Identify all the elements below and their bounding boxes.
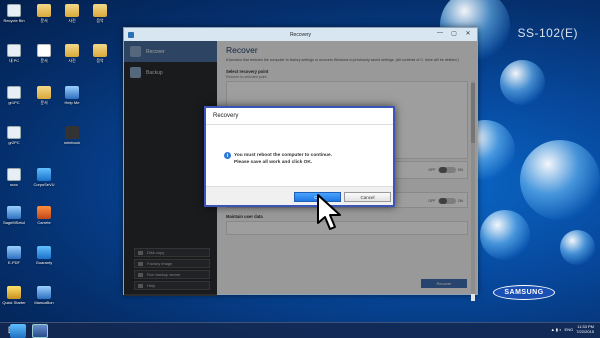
manual-icon bbox=[37, 286, 51, 299]
wallpaper-bubble bbox=[480, 210, 530, 260]
desktop-icon-folder[interactable]: 사진 bbox=[58, 44, 86, 64]
laptop-icon bbox=[7, 246, 21, 259]
reboot-confirm-dialog: Recovery i You must reboot the computer … bbox=[204, 106, 395, 207]
desktop-icon-pc[interactable]: sccc bbox=[0, 168, 28, 187]
folder-icon bbox=[37, 86, 51, 99]
desktop-icon-folder[interactable]: 사진 bbox=[58, 4, 86, 24]
window-title: Recovery bbox=[289, 31, 312, 38]
cancel-button[interactable]: Cancel bbox=[344, 192, 391, 202]
desktop-icon-app[interactable]: Carrete bbox=[30, 206, 58, 225]
wallpaper-bubble bbox=[560, 230, 595, 265]
close-button[interactable]: ✕ bbox=[463, 30, 473, 37]
desktop-icon-pc[interactable]: gr2PC bbox=[0, 126, 28, 145]
window-controls: — ▢ ✕ bbox=[435, 30, 473, 37]
dialog-message: You must reboot the computer to continue… bbox=[234, 152, 332, 166]
folder-icon bbox=[37, 4, 51, 17]
app-icon bbox=[37, 206, 51, 219]
desktop-icon-network[interactable]: CorpsSeVU bbox=[30, 168, 58, 187]
minimize-button[interactable]: — bbox=[435, 30, 445, 37]
desktop-icon-help[interactable]: Help Me bbox=[58, 86, 86, 105]
taskbar: ⊞ ▲ ▮ ◗ ENG 11:33 PM 7/22/2015 bbox=[0, 322, 600, 338]
desktop-icon-document[interactable]: 문서 bbox=[30, 44, 58, 64]
recovery-taskbar-icon[interactable] bbox=[32, 324, 48, 338]
computer-icon bbox=[7, 86, 21, 99]
recycle-bin-icon bbox=[7, 4, 21, 17]
app-icon bbox=[7, 206, 21, 219]
notebook-icon bbox=[65, 126, 79, 139]
window-titlebar[interactable]: Recovery — ▢ ✕ bbox=[124, 28, 477, 41]
desktop-icon-pc[interactable]: 내 PC bbox=[0, 44, 28, 64]
samsung-logo: SAMSUNG bbox=[493, 285, 555, 300]
language-indicator[interactable]: ENG bbox=[565, 327, 574, 332]
desktop-icon-folder[interactable]: 문서 bbox=[30, 4, 58, 24]
desktop-icon-folder[interactable]: 문서 bbox=[30, 86, 58, 106]
desktop-icon-area: Recycle Bin 문서 사진 음악 내 PC 문서 사진 음악 gr1PC… bbox=[0, 0, 115, 322]
folder-icon bbox=[65, 44, 79, 57]
dialog-message-line2: Please save all work and click OK. bbox=[234, 160, 313, 165]
desktop-icon-app[interactable]: Guaranty bbox=[30, 246, 58, 265]
desktop-icon-recycle-bin[interactable]: Recycle Bin bbox=[0, 4, 28, 23]
help-icon bbox=[65, 86, 79, 99]
mouse-pointer-icon bbox=[317, 194, 341, 230]
desktop-icon-notebook[interactable]: notebook bbox=[58, 126, 86, 145]
desktop-icon-folder[interactable]: 음악 bbox=[86, 44, 114, 64]
wallpaper-bubble bbox=[520, 140, 600, 220]
dialog-title: Recovery bbox=[206, 108, 393, 125]
dialog-message-line1: You must reboot the computer to continue… bbox=[234, 153, 332, 158]
quick-starter-icon bbox=[7, 286, 21, 299]
app-icon bbox=[37, 246, 51, 259]
document-icon bbox=[37, 44, 51, 57]
desktop-icon-app[interactable]: SageMSetuI bbox=[0, 206, 28, 225]
desktop-icon-pdf[interactable]: E-PDF bbox=[0, 246, 28, 265]
desktop-icon-quick-starter[interactable]: Quick Starter bbox=[0, 286, 28, 305]
clock-date: 7/22/2015 bbox=[576, 329, 594, 334]
computer-icon bbox=[7, 44, 21, 57]
dialog-body: i You must reboot the computer to contin… bbox=[206, 125, 393, 187]
network-icon bbox=[37, 168, 51, 181]
internet-explorer-icon[interactable] bbox=[10, 324, 26, 338]
model-watermark: SS-102(E) bbox=[517, 26, 578, 40]
desktop-icon-manual[interactable]: ManuaBon bbox=[30, 286, 58, 305]
computer-icon bbox=[7, 168, 21, 181]
desktop-icon-folder[interactable]: 음악 bbox=[86, 4, 114, 24]
wallpaper-bubble bbox=[500, 60, 545, 105]
folder-icon bbox=[93, 4, 107, 17]
folder-icon bbox=[65, 4, 79, 17]
folder-icon bbox=[93, 44, 107, 57]
computer-icon bbox=[7, 126, 21, 139]
tray-icons[interactable]: ▲ ▮ ◗ bbox=[551, 327, 562, 332]
maximize-button[interactable]: ▢ bbox=[449, 30, 459, 37]
system-tray: ▲ ▮ ◗ ENG 11:33 PM 7/22/2015 bbox=[551, 324, 594, 334]
clock[interactable]: 11:33 PM 7/22/2015 bbox=[576, 324, 594, 334]
info-icon: i bbox=[224, 152, 231, 159]
desktop-icon-pc[interactable]: gr1PC bbox=[0, 86, 28, 105]
